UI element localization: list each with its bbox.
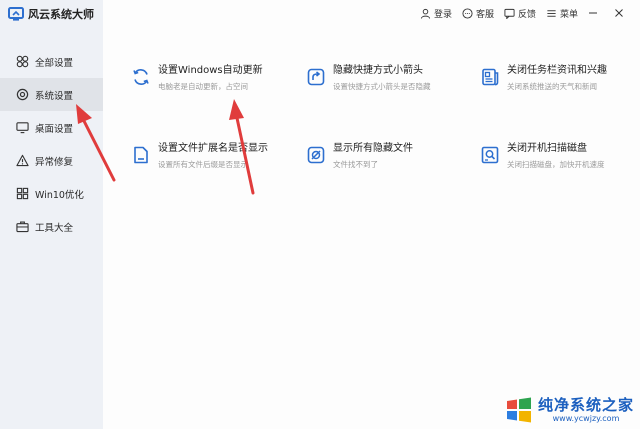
- minimize-button[interactable]: [582, 4, 604, 22]
- menu-button[interactable]: 菜单: [546, 7, 578, 20]
- sidebar-item-label: 桌面设置: [35, 123, 74, 135]
- toolbox-icon: [15, 220, 29, 234]
- grid-icon: [15, 55, 29, 69]
- monitor-icon: [15, 121, 29, 135]
- feedback-label: 反馈: [517, 9, 536, 20]
- app-logo-icon: [8, 7, 24, 21]
- card-file-extension[interactable]: 设置文件扩展名是否显示 设置所有文件后缀是否显示: [130, 142, 268, 170]
- feedback-icon: [504, 8, 515, 19]
- warning-icon: [15, 154, 29, 168]
- sidebar: 风云系统大师 全部设置 系统设置 桌面设置 异常修复 Win10优化 工具大全: [0, 0, 103, 429]
- sidebar-item-label: 工具大全: [35, 222, 74, 234]
- card-title: 设置文件扩展名是否显示: [158, 143, 268, 154]
- card-title: 设置Windows自动更新: [158, 65, 263, 76]
- sidebar-item-win10-optimize[interactable]: Win10优化: [0, 177, 103, 210]
- watermark-title: 纯净系统之家: [537, 395, 634, 414]
- shortcut-arrow-icon: [305, 66, 327, 88]
- login-label: 登录: [433, 9, 452, 20]
- sidebar-item-all-settings[interactable]: 全部设置: [0, 45, 103, 78]
- close-icon: [615, 9, 623, 17]
- card-desc: 关闭系统推送的天气和新闻: [507, 82, 597, 91]
- card-show-hidden-files[interactable]: 显示所有隐藏文件 文件找不到了: [305, 142, 413, 170]
- user-icon: [420, 8, 431, 19]
- sidebar-item-label: 全部设置: [35, 57, 74, 69]
- watermark-url: www.ycwjzy.com: [552, 413, 620, 423]
- sidebar-item-toolbox[interactable]: 工具大全: [0, 210, 103, 243]
- sidebar-item-desktop-settings[interactable]: 桌面设置: [0, 111, 103, 144]
- support-button[interactable]: 客服: [462, 7, 494, 20]
- card-title: 显示所有隐藏文件: [333, 143, 413, 154]
- windows-logo-icon: [506, 397, 531, 423]
- windows-icon: [15, 187, 29, 201]
- feedback-button[interactable]: 反馈: [504, 7, 536, 20]
- chat-icon: [462, 7, 473, 19]
- card-desc: 电脑老是自动更新，占空间: [158, 82, 248, 91]
- disk-scan-icon: [479, 144, 501, 166]
- minimize-icon: [589, 12, 597, 14]
- sidebar-item-label: Win10优化: [35, 189, 84, 201]
- card-close-news[interactable]: 关闭任务栏资讯和兴趣 关闭系统推送的天气和新闻: [479, 64, 607, 92]
- card-desc: 设置所有文件后缀是否显示: [158, 160, 248, 169]
- refresh-icon: [130, 66, 152, 88]
- card-windows-update[interactable]: 设置Windows自动更新 电脑老是自动更新，占空间: [130, 64, 263, 92]
- login-button[interactable]: 登录: [420, 7, 452, 20]
- sidebar-item-system-settings[interactable]: 系统设置: [0, 78, 103, 111]
- menu-icon: [547, 9, 556, 17]
- card-title: 关闭任务栏资讯和兴趣: [507, 65, 607, 76]
- file-icon: [130, 144, 152, 166]
- watermark: 纯净系统之家 www.ycwjzy.com: [504, 395, 634, 425]
- sidebar-nav: 全部设置 系统设置 桌面设置 异常修复 Win10优化 工具大全: [0, 45, 103, 243]
- app-title: 风云系统大师: [28, 8, 94, 21]
- menu-label: 菜单: [559, 9, 578, 20]
- sidebar-item-repair[interactable]: 异常修复: [0, 144, 103, 177]
- close-button[interactable]: [608, 4, 630, 22]
- card-hide-shortcut-arrow[interactable]: 隐藏快捷方式小箭头 设置快捷方式小箭头是否隐藏: [305, 64, 431, 92]
- settings-icon: [15, 88, 29, 102]
- hidden-file-icon: [305, 144, 327, 166]
- sidebar-item-label: 异常修复: [35, 156, 74, 168]
- card-desc: 设置快捷方式小箭头是否隐藏: [333, 82, 431, 91]
- brand: 风云系统大师: [8, 6, 94, 22]
- card-disable-disk-scan[interactable]: 关闭开机扫描磁盘 关闭扫描磁盘，加快开机速度: [479, 142, 605, 170]
- news-icon: [479, 66, 501, 88]
- support-label: 客服: [475, 9, 494, 20]
- card-desc: 文件找不到了: [333, 160, 378, 169]
- sidebar-item-label: 系统设置: [35, 90, 74, 102]
- card-title: 隐藏快捷方式小箭头: [333, 65, 423, 76]
- card-desc: 关闭扫描磁盘，加快开机速度: [507, 160, 605, 169]
- card-title: 关闭开机扫描磁盘: [507, 143, 587, 154]
- top-bar: 登录 客服 反馈 菜单: [410, 0, 640, 26]
